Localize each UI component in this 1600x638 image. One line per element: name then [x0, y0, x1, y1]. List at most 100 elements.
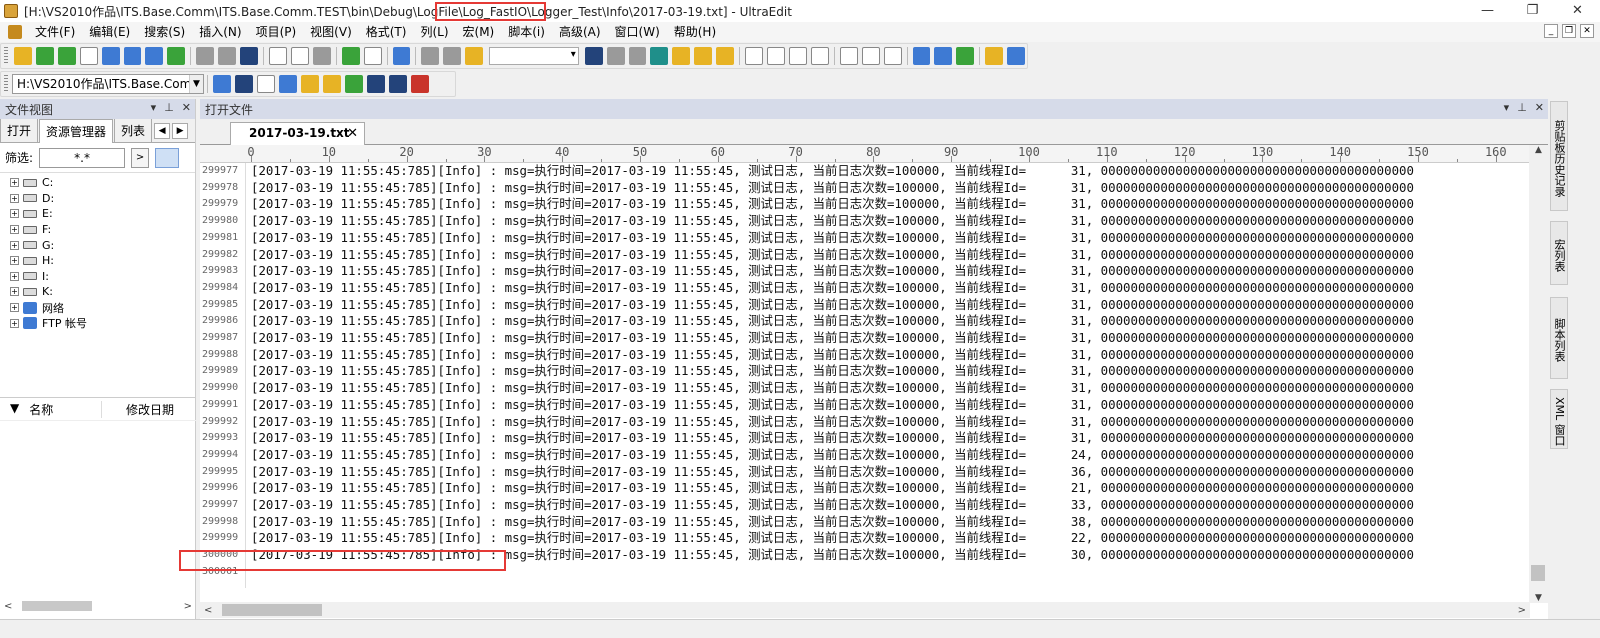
new-icon[interactable] [13, 47, 32, 65]
wiki-search-icon[interactable] [257, 75, 275, 93]
tab-scroll-right-icon[interactable]: ▶ [172, 123, 189, 139]
toolbar-grip[interactable] [4, 75, 8, 93]
code-line[interactable]: [2017-03-19 11:55:45:785][Info] : msg=执行… [251, 297, 1529, 314]
save-all-icon[interactable] [167, 47, 186, 65]
code-line[interactable]: [2017-03-19 11:55:45:785][Info] : msg=执行… [251, 163, 1529, 180]
menu-help[interactable]: 帮助(H) [667, 22, 723, 42]
restore-button[interactable]: ❐ [1510, 0, 1555, 22]
document-menu-icon[interactable] [8, 25, 22, 39]
scroll-thumb[interactable] [222, 604, 323, 616]
scroll-down-icon[interactable]: ▼ [1529, 593, 1548, 603]
paste-icon[interactable] [465, 47, 484, 65]
left-horizontal-scrollbar[interactable]: < > [4, 599, 192, 613]
code-line[interactable]: [2017-03-19 11:55:45:785][Info] : msg=执行… [251, 347, 1529, 364]
php-icon[interactable] [323, 75, 341, 93]
tree-item[interactable]: + 网络 [10, 300, 195, 316]
expand-icon[interactable]: + [10, 240, 19, 250]
tab-open[interactable]: 打开 [0, 118, 39, 142]
expand-icon[interactable]: + [10, 225, 19, 235]
script-icon[interactable] [389, 75, 407, 93]
folder-browse-icon[interactable] [155, 147, 180, 168]
menu-window[interactable]: 窗口(W) [608, 22, 667, 42]
filter-input[interactable]: *.* [39, 147, 126, 168]
expand-icon[interactable]: + [10, 287, 19, 297]
column-name[interactable]: ▼ 名称 [0, 400, 102, 418]
open-folder-icon[interactable] [101, 47, 120, 65]
ftp-icon[interactable] [934, 47, 953, 65]
expand-icon[interactable]: + [10, 209, 19, 219]
menu-insert[interactable]: 插入(N) [192, 22, 248, 42]
code-line[interactable]: [2017-03-19 11:55:45:785][Info] : msg=执行… [251, 430, 1529, 447]
globe-icon[interactable] [392, 47, 411, 65]
menu-edit[interactable]: 编辑(E) [82, 22, 137, 42]
browser-icon[interactable] [912, 47, 931, 65]
tree-item[interactable]: + FTP 帐号 [10, 315, 195, 331]
font-icon[interactable] [240, 47, 258, 65]
expand-icon[interactable]: + [10, 318, 19, 328]
pin-icon[interactable]: ⊥ [1517, 101, 1527, 114]
align-left-icon[interactable] [745, 47, 763, 65]
justify-icon[interactable] [810, 47, 829, 65]
scroll-left-icon[interactable]: < [204, 605, 212, 616]
tab-explorer[interactable]: 资源管理器 [39, 119, 114, 143]
code-line[interactable]: [2017-03-19 11:55:45:785][Info] : msg=执行… [251, 247, 1529, 264]
scroll-thumb[interactable] [1531, 565, 1545, 581]
find-icon[interactable] [584, 47, 603, 65]
align-right-icon[interactable] [788, 47, 807, 65]
toolbar-grip[interactable] [4, 47, 8, 65]
code-line[interactable]: [2017-03-19 11:55:45:785][Info] : msg=执行… [251, 180, 1529, 197]
code-line[interactable]: [2017-03-19 11:55:45:785][Info] : msg=执行… [251, 363, 1529, 380]
tree-item[interactable]: + F: [10, 222, 195, 238]
align-center-icon[interactable] [766, 47, 785, 65]
filter-icon[interactable] [312, 47, 331, 65]
pin-icon[interactable]: ⊥ [164, 101, 174, 114]
code-line[interactable]: [2017-03-19 11:55:45:785][Info] : msg=执行… [251, 414, 1529, 431]
expand-icon[interactable]: + [10, 303, 19, 313]
code-line[interactable]: [2017-03-19 11:55:45:785][Info] : msg=执行… [251, 464, 1529, 481]
code-line[interactable]: [2017-03-19 11:55:45:785][Info] : msg=执行… [251, 497, 1529, 514]
code-line[interactable]: [2017-03-19 11:55:45:785][Info] : msg=执行… [251, 213, 1529, 230]
dictionary-icon[interactable] [279, 75, 297, 93]
forward-icon[interactable] [57, 47, 76, 65]
panel-menu-icon[interactable]: ▾ [1504, 101, 1510, 114]
yahoo-search-icon[interactable] [235, 75, 253, 93]
code-line[interactable]: [2017-03-19 11:55:45:785][Info] : msg=执行… [251, 313, 1529, 330]
windows-icon[interactable] [411, 75, 429, 93]
code-line[interactable]: [2017-03-19 11:55:45:785][Info] : msg=执行… [251, 330, 1529, 347]
tree-item[interactable]: + I: [10, 269, 195, 285]
xml-window-tab[interactable]: XML 窗口 [1550, 389, 1568, 449]
find-prev-icon[interactable] [628, 47, 647, 65]
cut-icon[interactable] [421, 47, 440, 65]
panel-close-icon[interactable]: ✕ [1535, 101, 1544, 114]
code-line[interactable]: [2017-03-19 11:55:45:785][Info] : msg=执行… [251, 530, 1529, 547]
filter-apply-button[interactable]: > [131, 147, 150, 168]
hex-mode-icon[interactable] [363, 47, 382, 65]
menu-view[interactable]: 视图(V) [303, 22, 359, 42]
menu-file[interactable]: 文件(F) [28, 22, 82, 42]
google-search-icon[interactable] [213, 75, 231, 93]
scroll-up-icon[interactable]: ▲ [1529, 145, 1548, 155]
code-line[interactable]: [2017-03-19 11:55:45:785][Info] : msg=执行… [251, 447, 1529, 464]
print-icon[interactable] [196, 47, 215, 65]
line-number-icon[interactable] [290, 47, 309, 65]
new-file-icon[interactable] [79, 47, 98, 65]
code-line[interactable]: [2017-03-19 11:55:45:785][Info] : msg=执行… [251, 230, 1529, 247]
document-tab[interactable]: 2017-03-19.txt ✕ [230, 122, 365, 145]
menu-project[interactable]: 项目(P) [249, 22, 304, 42]
code-line[interactable]: [2017-03-19 11:55:45:785][Info] : msg=执行… [251, 196, 1529, 213]
clipboard-history-tab[interactable]: 剪贴板历史记录 [1550, 101, 1568, 211]
panel-menu-icon[interactable]: ▾ [151, 101, 157, 114]
minimize-button[interactable]: — [1465, 0, 1510, 22]
script-list-tab[interactable]: 脚本列表 [1550, 297, 1568, 379]
scroll-thumb[interactable] [22, 601, 93, 611]
find-in-files-icon[interactable] [694, 47, 713, 65]
expand-icon[interactable]: + [10, 271, 19, 281]
menu-column[interactable]: 列(L) [413, 22, 455, 42]
menu-advanced[interactable]: 高级(A) [552, 22, 608, 42]
web-lookup-icon[interactable] [301, 75, 319, 93]
chevron-down-icon[interactable]: ▼ [189, 75, 203, 93]
menu-script[interactable]: 脚本(i) [501, 22, 552, 42]
mdi-minimize-button[interactable]: _ [1544, 24, 1558, 38]
expand-icon[interactable]: + [10, 178, 19, 188]
perl-icon[interactable] [345, 75, 363, 93]
